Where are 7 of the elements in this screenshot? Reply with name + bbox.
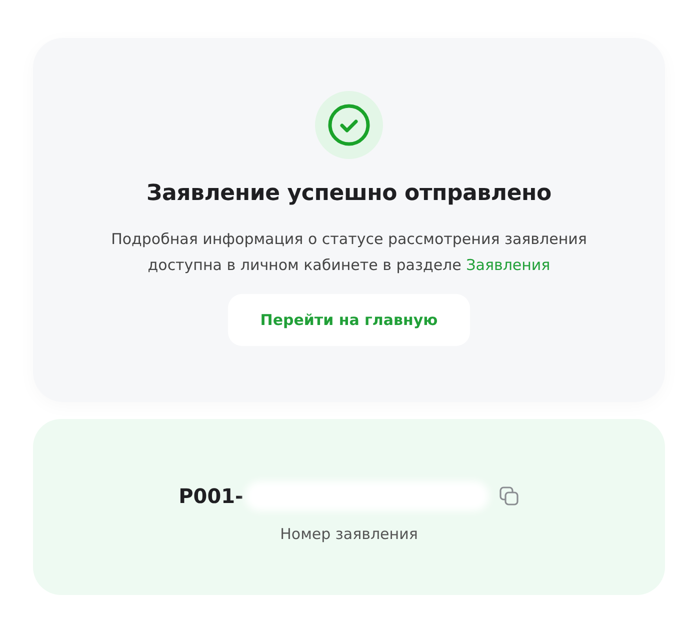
copy-icon[interactable]	[499, 486, 520, 506]
success-title: Заявление успешно отправлено	[146, 181, 552, 206]
go-home-button[interactable]: Перейти на главную	[228, 294, 470, 346]
application-number-label: Номер заявления	[280, 525, 418, 543]
status-description: Подробная информация о статусе рассмотрения заявления доступна в личном кабинете в разделе Заявления	[110, 229, 588, 276]
application-number: P001-	[178, 484, 244, 508]
applications-link[interactable]: Заявления	[466, 256, 550, 274]
